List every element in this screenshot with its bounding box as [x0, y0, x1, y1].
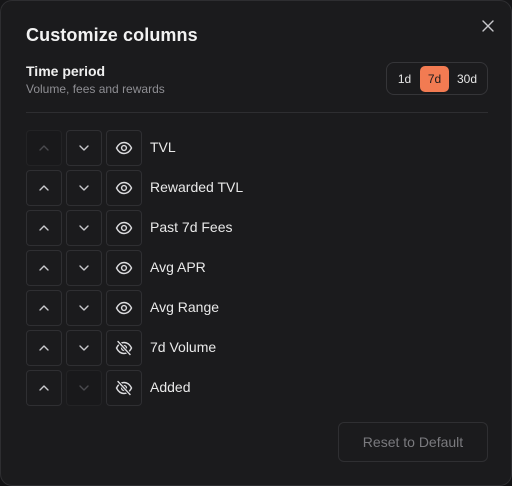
chevron-down-icon [79, 225, 89, 231]
visibility-toggle-button[interactable] [106, 250, 142, 286]
customize-columns-modal: Customize columns Time period Volume, fe… [0, 0, 512, 486]
chevron-up-icon [39, 145, 49, 151]
chevron-up-icon [39, 225, 49, 231]
move-up-button[interactable] [26, 210, 62, 246]
move-up-button[interactable] [26, 330, 62, 366]
chevron-down-icon [79, 145, 89, 151]
move-up-button[interactable] [26, 290, 62, 326]
eye-icon [115, 141, 133, 155]
period-option-7d[interactable]: 7d [420, 66, 449, 92]
column-row: 7d Volume [26, 330, 426, 366]
move-down-button[interactable] [66, 130, 102, 166]
move-up-button[interactable] [26, 370, 62, 406]
eye-icon [115, 221, 133, 235]
column-row: Added [26, 370, 426, 406]
time-period-label: Time period [26, 63, 106, 79]
column-row: Past 7d Fees [26, 210, 426, 246]
move-down-button[interactable] [66, 330, 102, 366]
chevron-down-icon [79, 185, 89, 191]
chevron-up-icon [39, 385, 49, 391]
time-period-selector: 1d 7d 30d [386, 62, 488, 95]
column-label: Avg APR [150, 259, 206, 275]
visibility-toggle-button[interactable] [106, 330, 142, 366]
move-up-button[interactable] [26, 170, 62, 206]
move-down-button[interactable] [66, 250, 102, 286]
eye-off-icon [115, 340, 133, 356]
column-label: Added [150, 379, 191, 395]
move-down-button[interactable] [66, 170, 102, 206]
column-label: Rewarded TVL [150, 179, 244, 195]
visibility-toggle-button[interactable] [106, 210, 142, 246]
move-up-button[interactable] [26, 250, 62, 286]
divider [26, 112, 488, 113]
eye-icon [115, 261, 133, 275]
column-label: 7d Volume [150, 339, 217, 355]
period-option-30d[interactable]: 30d [451, 66, 483, 92]
chevron-up-icon [39, 265, 49, 271]
period-option-1d[interactable]: 1d [391, 66, 418, 92]
eye-off-icon [115, 380, 133, 396]
move-down-button[interactable] [66, 210, 102, 246]
column-label: Past 7d Fees [150, 219, 233, 235]
chevron-down-icon [79, 305, 89, 311]
chevron-down-icon [79, 265, 89, 271]
visibility-toggle-button[interactable] [106, 170, 142, 206]
eye-icon [115, 301, 133, 315]
chevron-up-icon [39, 345, 49, 351]
close-button[interactable] [478, 16, 498, 36]
visibility-toggle-button[interactable] [106, 290, 142, 326]
column-label: TVL [150, 139, 176, 155]
move-down-button [66, 370, 102, 406]
chevron-down-icon [79, 345, 89, 351]
chevron-up-icon [39, 185, 49, 191]
eye-icon [115, 181, 133, 195]
chevron-up-icon [39, 305, 49, 311]
chevron-down-icon [79, 385, 89, 391]
modal-title: Customize columns [26, 25, 198, 45]
time-period-subtitle: Volume, fees and rewards [26, 82, 165, 96]
column-row: TVL [26, 130, 426, 166]
column-label: Avg Range [150, 299, 220, 315]
reset-to-default-button[interactable]: Reset to Default [338, 422, 488, 462]
visibility-toggle-button[interactable] [106, 370, 142, 406]
close-icon [482, 20, 494, 32]
move-down-button[interactable] [66, 290, 102, 326]
move-up-button [26, 130, 62, 166]
column-row: Avg Range [26, 290, 426, 326]
visibility-toggle-button[interactable] [106, 130, 142, 166]
column-row: Rewarded TVL [26, 170, 426, 206]
column-row: Avg APR [26, 250, 426, 286]
